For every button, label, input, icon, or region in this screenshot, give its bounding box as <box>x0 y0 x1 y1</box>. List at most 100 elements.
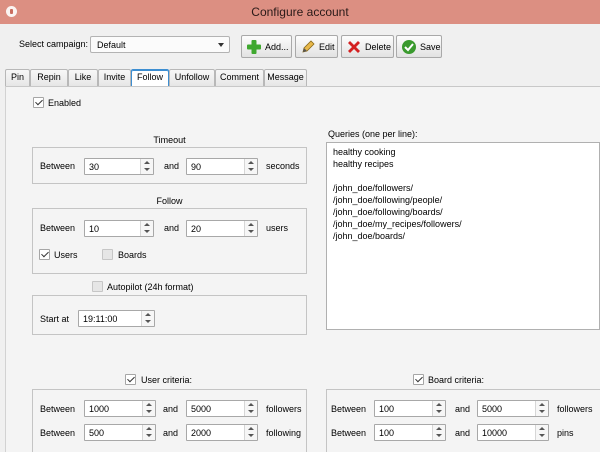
board-criteria-group <box>326 389 600 452</box>
spinner-arrows-icon[interactable] <box>142 425 155 440</box>
board-followers-min-input[interactable]: 100 <box>374 400 446 417</box>
delete-button-label: Delete <box>365 41 392 52</box>
spinner-value: 100 <box>379 404 395 414</box>
follow-min-input[interactable]: 10 <box>84 220 154 237</box>
timeout-max-input[interactable]: 90 <box>186 158 258 175</box>
spinner-arrows-icon[interactable] <box>244 221 257 236</box>
tab-unfollow[interactable]: Unfollow <box>169 69 215 86</box>
board-pins-max-input[interactable]: 10000 <box>477 424 549 441</box>
tab-like[interactable]: Like <box>68 69 98 86</box>
plus-icon <box>246 39 262 55</box>
follow-title: Follow <box>156 196 183 206</box>
query-line: /john_doe/followers/ <box>333 183 414 193</box>
spinner-value: 500 <box>89 428 105 438</box>
user-following-max-input[interactable]: 2000 <box>186 424 258 441</box>
spinner-arrows-icon[interactable] <box>432 401 445 416</box>
enabled-label: Enabled <box>48 98 82 108</box>
board-and-label-1: and <box>455 404 471 414</box>
title-bar: Configure account <box>0 0 600 24</box>
spinner-arrows-icon[interactable] <box>141 311 154 326</box>
spinner-arrows-icon[interactable] <box>244 425 257 440</box>
user-and-label-1: and <box>163 404 179 414</box>
autopilot-group <box>32 295 307 335</box>
add-button-label: Add... <box>265 41 289 52</box>
spinner-arrows-icon[interactable] <box>432 425 445 440</box>
tab-pin[interactable]: Pin <box>5 69 30 86</box>
edit-button[interactable]: Edit <box>295 35 338 58</box>
user-between-label-2: Between <box>40 428 76 438</box>
save-button[interactable]: Save <box>396 35 442 58</box>
board-between-label-1: Between <box>331 404 367 414</box>
autopilot-checkbox[interactable] <box>92 281 103 292</box>
board-criteria-label: Board criteria: <box>428 375 485 385</box>
user-following-min-input[interactable]: 500 <box>84 424 156 441</box>
spinner-value: 20 <box>191 224 202 234</box>
board-pins-min-input[interactable]: 100 <box>374 424 446 441</box>
enabled-checkbox[interactable] <box>33 97 44 108</box>
pencil-icon <box>300 39 316 55</box>
tab-repin[interactable]: Repin <box>30 69 68 86</box>
timeout-and-label: and <box>164 161 180 171</box>
board-pins-unit-label: pins <box>557 428 574 438</box>
user-criteria-label: User criteria: <box>141 375 193 385</box>
user-criteria-checkbox[interactable] <box>125 374 136 385</box>
users-checkbox[interactable] <box>39 249 50 260</box>
edit-button-label: Edit <box>319 41 335 52</box>
timeout-min-input[interactable]: 30 <box>84 158 154 175</box>
spinner-value: 5000 <box>191 404 212 414</box>
spinner-value: 19:11:00 <box>83 314 118 324</box>
tab-message[interactable]: Message <box>264 69 307 86</box>
spinner-arrows-icon[interactable] <box>244 401 257 416</box>
save-button-label: Save <box>420 41 441 52</box>
spinner-arrows-icon[interactable] <box>142 401 155 416</box>
timeout-between-label: Between <box>40 161 76 171</box>
user-between-label-1: Between <box>40 404 76 414</box>
campaign-label: Select campaign: <box>19 39 89 49</box>
add-button[interactable]: Add... <box>241 35 292 58</box>
user-followers-max-input[interactable]: 5000 <box>186 400 258 417</box>
tab-invite[interactable]: Invite <box>98 69 131 86</box>
follow-unit-label: users <box>266 223 289 233</box>
queries-label: Queries (one per line): <box>328 129 418 139</box>
spinner-value: 2000 <box>191 428 212 438</box>
spinner-arrows-icon[interactable] <box>140 159 153 174</box>
tab-follow[interactable]: Follow <box>131 69 169 86</box>
tab-comment[interactable]: Comment <box>215 69 264 86</box>
checkmark-icon <box>401 39 417 55</box>
tab-bar: Pin Repin Like Invite Follow Unfollow Co… <box>5 69 600 86</box>
boards-label: Boards <box>118 250 147 260</box>
queries-textarea[interactable]: healthy cooking healthy recipes /john_do… <box>326 142 600 330</box>
delete-icon <box>346 39 362 55</box>
window-title: Configure account <box>251 5 349 19</box>
board-followers-max-input[interactable]: 5000 <box>477 400 549 417</box>
campaign-select[interactable]: Default <box>90 36 230 53</box>
spinner-arrows-icon[interactable] <box>244 159 257 174</box>
boards-checkbox[interactable] <box>102 249 113 260</box>
query-line: /john_doe/my_recipes/followers/ <box>333 219 462 229</box>
delete-button[interactable]: Delete <box>341 35 394 58</box>
board-criteria-checkbox[interactable] <box>413 374 424 385</box>
spinner-value: 10 <box>89 224 100 234</box>
follow-max-input[interactable]: 20 <box>186 220 258 237</box>
spinner-value: 10000 <box>482 428 508 438</box>
start-at-label: Start at <box>40 314 70 324</box>
follow-group <box>32 208 307 274</box>
timeout-unit-label: seconds <box>266 161 300 171</box>
spinner-arrows-icon[interactable] <box>535 425 548 440</box>
follow-between-label: Between <box>40 223 76 233</box>
board-followers-unit-label: followers <box>557 404 593 414</box>
timeout-title: Timeout <box>153 135 186 145</box>
spinner-value: 5000 <box>482 404 503 414</box>
follow-and-label: and <box>164 223 180 233</box>
board-between-label-2: Between <box>331 428 367 438</box>
user-followers-min-input[interactable]: 1000 <box>84 400 156 417</box>
campaign-value: Default <box>97 40 126 50</box>
board-and-label-2: and <box>455 428 471 438</box>
spinner-arrows-icon[interactable] <box>535 401 548 416</box>
spinner-value: 90 <box>191 162 202 172</box>
autopilot-label: Autopilot (24h format) <box>107 282 194 292</box>
start-time-input[interactable]: 19:11:00 <box>78 310 155 327</box>
user-followers-unit-label: followers <box>266 404 302 414</box>
spinner-arrows-icon[interactable] <box>140 221 153 236</box>
spinner-value: 100 <box>379 428 395 438</box>
